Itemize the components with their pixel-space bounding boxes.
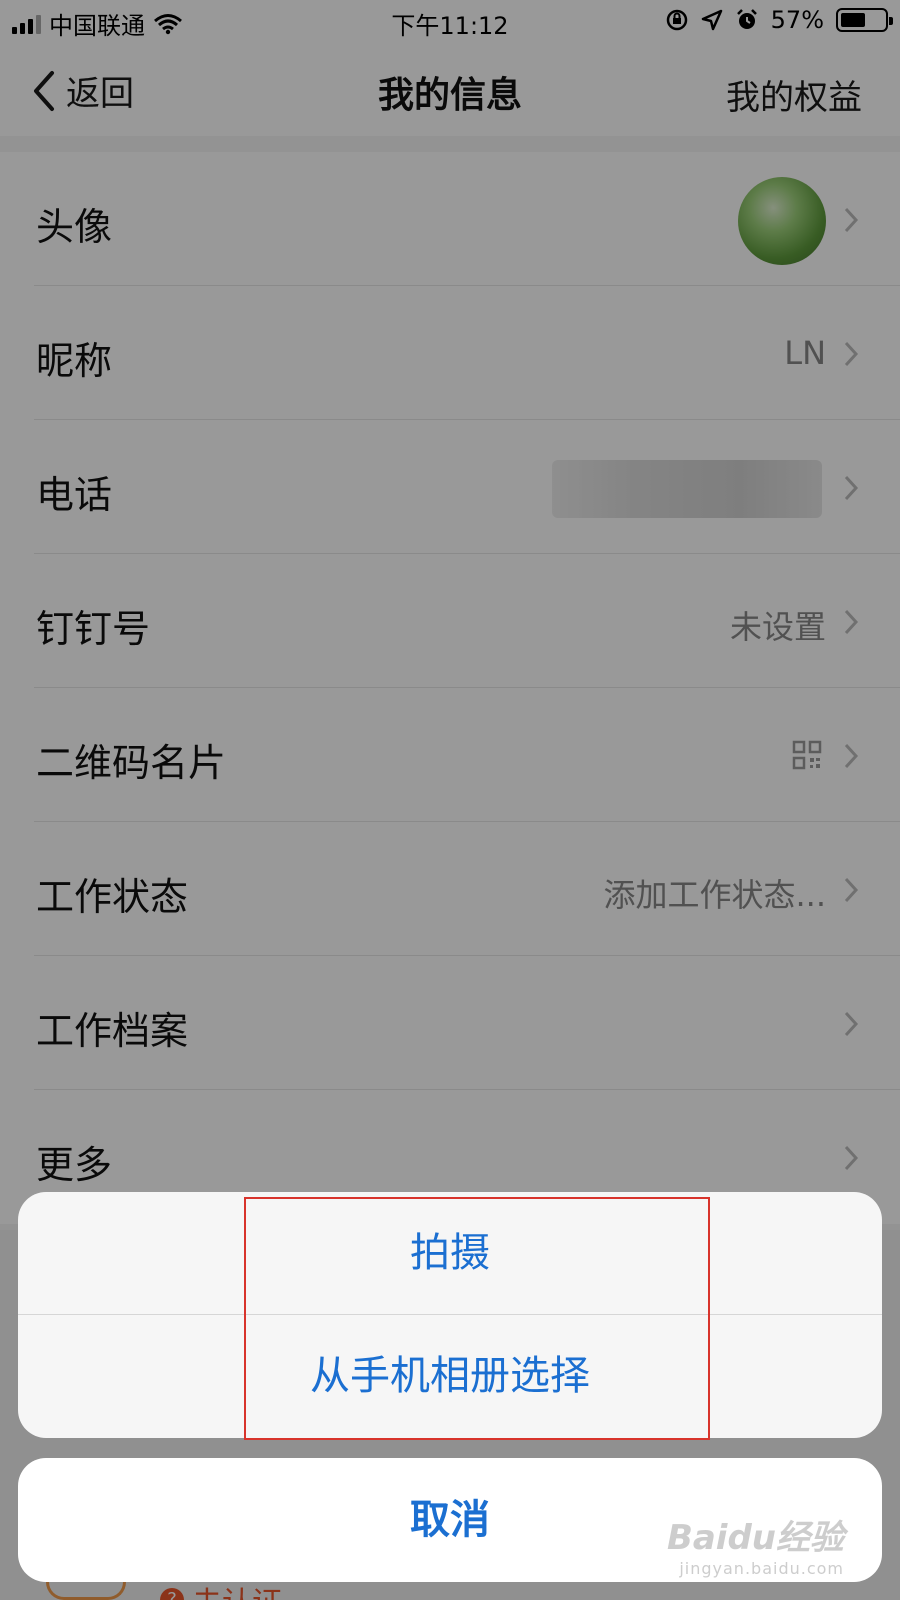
watermark-sub: jingyan.baidu.com	[679, 1559, 844, 1578]
annotation-highlight-box	[244, 1197, 710, 1440]
screen: 中国联通 下午11:12 57% 返回 我的信息 我的权益 头像 昵称 LN 电…	[0, 0, 900, 1600]
watermark-main: Baidu经验	[666, 1518, 844, 1558]
baidu-jingyan-watermark: Baidu经验 jingyan.baidu.com	[667, 1510, 844, 1578]
